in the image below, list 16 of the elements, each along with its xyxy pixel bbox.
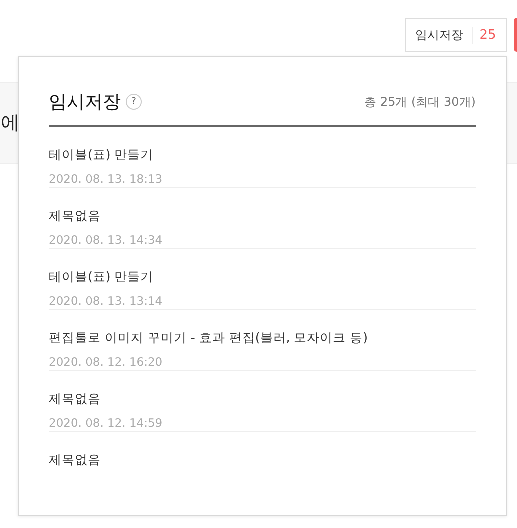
draft-save-button[interactable]: 임시저장 25 — [405, 18, 507, 52]
draft-title[interactable]: 제목없음 — [49, 208, 101, 225]
draft-date: 2020. 08. 12. 16:20 — [49, 355, 163, 369]
help-icon[interactable]: ? — [126, 94, 142, 110]
draft-title[interactable]: 편집툴로 이미지 꾸미기 - 효과 편집(블러, 모자이크 등) — [49, 330, 368, 347]
draft-count: 총 25개 (최대 30개) — [364, 94, 476, 110]
draft-date: 2020. 08. 13. 13:14 — [49, 294, 163, 308]
draft-title[interactable]: 테이블(표) 만들기 — [49, 147, 154, 164]
draft-date: 2020. 08. 13. 18:13 — [49, 172, 163, 186]
draft-title[interactable]: 제목없음 — [49, 391, 101, 408]
panel-title: 임시저장 — [49, 91, 121, 114]
heading-text: 에 — [1, 111, 20, 136]
draft-date: 2020. 08. 13. 14:34 — [49, 233, 163, 247]
draft-title[interactable]: 테이블(표) 만들기 — [49, 269, 154, 286]
draft-date: 2020. 08. 12. 14:59 — [49, 416, 163, 430]
draft-title[interactable]: 제목없음 — [49, 452, 101, 469]
